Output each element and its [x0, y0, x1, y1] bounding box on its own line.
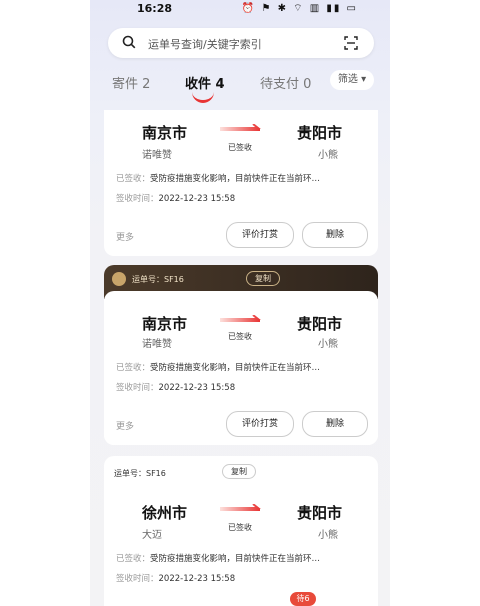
- more-link[interactable]: 更多: [116, 230, 134, 243]
- search-bar[interactable]: 运单号查询/关键字索引: [108, 28, 374, 58]
- more-link[interactable]: 更多: [116, 419, 134, 432]
- sign-label: 已签收：: [116, 554, 151, 564]
- tab-send[interactable]: 寄件 2: [112, 73, 150, 92]
- sign-time-value: 2022-12-23 15:58: [158, 194, 236, 204]
- card-body: 南京市 诺唯赞 已签收 贵阳市 小熊 已签收：受防疫措施变化影响，目前快件正在当…: [104, 291, 378, 445]
- to-city: 贵阳市: [297, 124, 343, 142]
- sign-info: 已签收：受防疫措施变化影响，目前快件正在当前环…: [116, 361, 320, 373]
- active-tab-indicator: [192, 92, 214, 103]
- from-city: 南京市: [142, 124, 188, 142]
- to-city: 贵阳市: [297, 504, 343, 522]
- from-city: 徐州市: [142, 504, 188, 522]
- from-name: 大迈: [142, 530, 162, 541]
- route-arrow-icon: [220, 504, 261, 511]
- delivery-status: 已签收: [228, 523, 252, 532]
- search-placeholder: 运单号查询/关键字索引: [148, 38, 262, 51]
- search-icon: [122, 35, 136, 49]
- tab-receive[interactable]: 收件 4: [185, 73, 225, 92]
- to-name: 小熊: [318, 150, 338, 161]
- from-name: 诺唯赞: [142, 339, 172, 350]
- delete-button[interactable]: 删除: [302, 222, 368, 248]
- scan-icon[interactable]: [344, 36, 358, 50]
- shipment-card[interactable]: 南京市 诺唯赞 已签收 贵阳市 小熊 已签收：受防疫措施变化影响，目前快件正在当…: [104, 110, 378, 256]
- waybill-number: 运单号：SF16: [114, 469, 166, 478]
- copy-button[interactable]: 复制: [222, 464, 256, 479]
- sign-time-value: 2022-12-23 15:58: [158, 574, 236, 584]
- sign-time: 签收时间：2022-12-23 15:58: [116, 192, 235, 204]
- route-arrow-icon: [220, 315, 261, 322]
- tab-pending-payment[interactable]: 待支付 0: [260, 73, 311, 92]
- shipment-card[interactable]: 运单号：SF16 复制 徐州市 大迈 已签收 贵阳市 小熊 已签收：受防疫措施变…: [104, 456, 378, 606]
- delete-button[interactable]: 删除: [302, 411, 368, 437]
- copy-button[interactable]: 复制: [246, 271, 280, 286]
- filter-button[interactable]: 筛选 ▾: [330, 70, 374, 90]
- from-name: 诺唯赞: [142, 150, 172, 161]
- to-city: 贵阳市: [297, 315, 343, 333]
- status-icons: ⏰ ⚑ ✱ ⌔ ▥ ▮▮ ▭: [241, 3, 358, 14]
- sign-label: 已签收：: [116, 363, 151, 373]
- rate-tip-button[interactable]: 评价打赏: [226, 222, 294, 248]
- sign-text: 受防疫措施变化影响，目前快件正在当前环…: [150, 174, 321, 184]
- waybill-number: 运单号：SF16: [132, 275, 184, 284]
- from-city: 南京市: [142, 315, 188, 333]
- status-time: 16:28: [137, 2, 173, 15]
- sign-time-label: 签收时间：: [116, 574, 159, 584]
- sign-text: 受防疫措施变化影响，目前快件正在当前环…: [150, 554, 321, 564]
- delivery-status: 已签收: [228, 332, 252, 341]
- sign-time-value: 2022-12-23 15:58: [158, 383, 236, 393]
- sign-info: 已签收：受防疫措施变化影响，目前快件正在当前环…: [116, 552, 320, 564]
- shipment-card[interactable]: 运单号：SF16 复制 南京市 诺唯赞 已签收 贵阳市 小熊 已签收：受防疫措施…: [104, 265, 378, 445]
- sign-time: 签收时间：2022-12-23 15:58: [116, 381, 235, 393]
- to-name: 小熊: [318, 530, 338, 541]
- sign-text: 受防疫措施变化影响，目前快件正在当前环…: [150, 363, 321, 373]
- sf-badge-icon: [112, 272, 126, 286]
- route-arrow-icon: [220, 124, 261, 131]
- sign-time-label: 签收时间：: [116, 383, 159, 393]
- bottom-nav-badge: 待6: [290, 592, 316, 606]
- rate-tip-button[interactable]: 评价打赏: [226, 411, 294, 437]
- delivery-status: 已签收: [228, 143, 252, 152]
- sign-info: 已签收：受防疫措施变化影响，目前快件正在当前环…: [116, 172, 320, 184]
- to-name: 小熊: [318, 339, 338, 350]
- status-bar: 16:28 ⏰ ⚑ ✱ ⌔ ▥ ▮▮ ▭: [90, 0, 390, 18]
- sign-time: 签收时间：2022-12-23 15:58: [116, 572, 235, 584]
- sign-label: 已签收：: [116, 174, 151, 184]
- sign-time-label: 签收时间：: [116, 194, 159, 204]
- phone-screen: 16:28 ⏰ ⚑ ✱ ⌔ ▥ ▮▮ ▭ 运单号查询/关键字索引 寄件 2 收件…: [90, 0, 390, 606]
